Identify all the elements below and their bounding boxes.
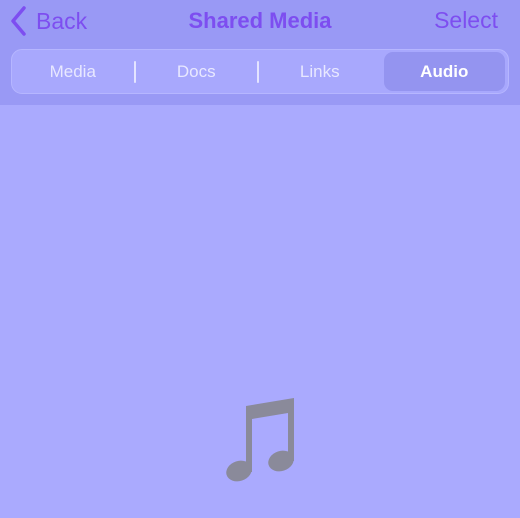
media-type-segmented-control: Media Docs Links Audio (11, 49, 509, 94)
navigation-header: Back Shared Media Select Media Docs Link… (0, 0, 520, 105)
tab-audio[interactable]: Audio (383, 52, 505, 91)
select-button[interactable]: Select (434, 7, 498, 34)
music-note-icon (226, 398, 294, 482)
tab-links[interactable]: Links (259, 50, 381, 93)
tab-docs[interactable]: Docs (136, 50, 258, 93)
tab-media[interactable]: Media (12, 50, 134, 93)
